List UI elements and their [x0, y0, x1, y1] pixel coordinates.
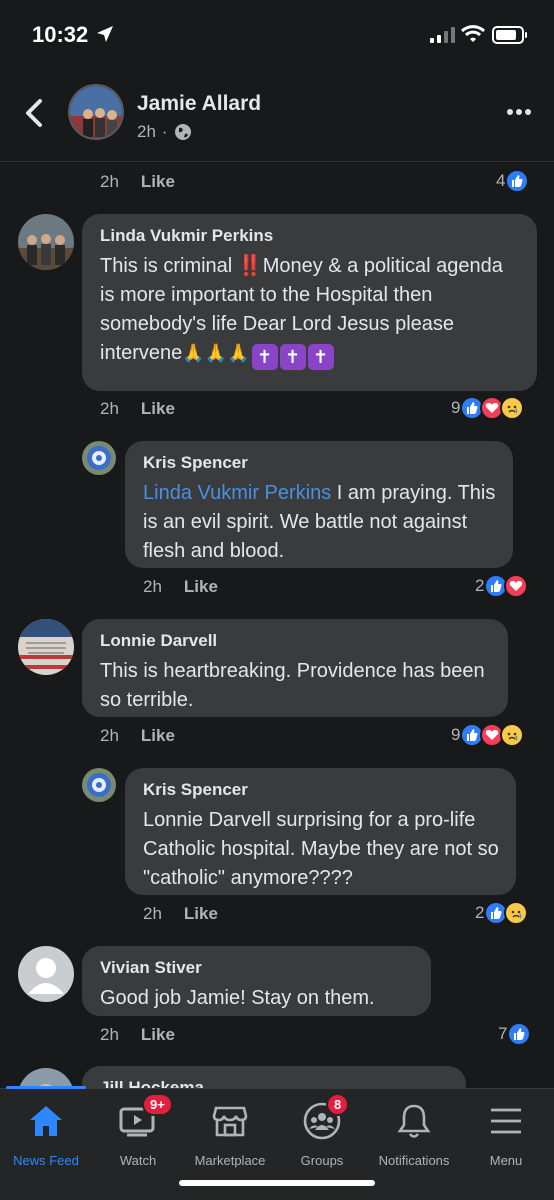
reaction-summary[interactable]: 4 [496, 169, 530, 193]
cellular-signal-icon [430, 27, 455, 43]
author-name[interactable]: Jamie Allard [137, 92, 261, 116]
comment-meta: 2h Like [100, 172, 175, 192]
comment-text-part: This is criminal [100, 255, 238, 277]
comment-text: Good job Jamie! Stay on them. [100, 987, 375, 1009]
reaction-count: 2 [475, 576, 485, 595]
menu-icon [491, 1108, 521, 1134]
commenter-avatar[interactable] [18, 214, 74, 270]
comment-time: 2h [100, 172, 119, 191]
sad-face-icon [504, 901, 529, 925]
comment-time: 2h [143, 904, 162, 923]
like-button[interactable]: Like [141, 726, 175, 745]
tab-label: News Feed [13, 1153, 79, 1168]
home-icon [30, 1106, 62, 1136]
store-icon [212, 1106, 248, 1137]
tab-marketplace[interactable]: Marketplace [184, 1101, 276, 1168]
reaction-summary[interactable]: 7 [498, 1022, 532, 1046]
globe-icon [174, 124, 191, 140]
comment-author[interactable]: Kris Spencer [143, 780, 500, 800]
comment-meta: 2h Like [143, 577, 218, 597]
comment-text: This is heartbreaking. Providence has be… [100, 660, 485, 711]
back-arrow-icon[interactable] [22, 98, 48, 128]
commenter-avatar[interactable] [82, 768, 116, 802]
comment-author[interactable]: Vivian Stiver [100, 958, 415, 978]
comment-author[interactable]: Kris Spencer [143, 453, 497, 473]
status-bar: 10:32 [0, 0, 554, 70]
thumbs-up-icon [505, 169, 530, 193]
comment-time: 2h [100, 726, 119, 745]
location-arrow-icon [97, 26, 113, 42]
commenter-avatar[interactable] [18, 619, 74, 675]
tab-watch[interactable]: 9+ Watch [92, 1093, 184, 1168]
comment-bubble: Lonnie Darvell This is heartbreaking. Pr… [82, 619, 508, 717]
sad-face-icon [500, 723, 525, 747]
comment-meta: 2h Like [100, 726, 175, 746]
like-button[interactable]: Like [141, 172, 175, 191]
reaction-summary[interactable]: 9 [451, 396, 525, 420]
thumbs-up-icon [507, 1022, 532, 1046]
comment-text: This is criminal ‼️Money & a political a… [100, 252, 521, 370]
tab-label: Groups [300, 1153, 344, 1168]
bell-icon [397, 1104, 431, 1138]
like-button[interactable]: Like [184, 904, 218, 923]
tab-news-feed[interactable]: News Feed [0, 1101, 92, 1168]
sad-face-icon [500, 396, 525, 420]
reaction-count: 9 [451, 398, 461, 417]
comment-text: Lonnie Darvell surprising for a pro-life… [143, 809, 499, 889]
home-indicator[interactable] [179, 1180, 375, 1186]
more-options-icon[interactable] [506, 108, 532, 116]
reaction-summary[interactable]: 2 [475, 574, 529, 598]
tab-label: Watch [119, 1153, 157, 1168]
double-exclamation-emoji: ‼️ [237, 255, 263, 277]
commenter-avatar[interactable] [82, 441, 116, 475]
like-button[interactable]: Like [184, 577, 218, 596]
tab-notifications[interactable]: Notifications [368, 1101, 460, 1168]
comment-author[interactable]: Lonnie Darvell [100, 631, 492, 651]
post-meta: 2h · [137, 122, 192, 142]
notification-badge: 9+ [142, 1093, 173, 1116]
tab-label: Menu [489, 1153, 523, 1168]
comment-time: 2h [100, 1025, 119, 1044]
comment-meta: 2h Like [143, 904, 218, 924]
praying-hands-emoji: 🙏🙏🙏 [182, 343, 250, 363]
reaction-summary[interactable]: 2 [475, 901, 529, 925]
tab-menu[interactable]: Menu [460, 1101, 552, 1168]
battery-icon [492, 26, 527, 44]
tab-label: Notifications [378, 1153, 450, 1168]
mention-link[interactable]: Linda Vukmir Perkins [143, 482, 331, 504]
reaction-summary[interactable]: 9 [451, 723, 525, 747]
active-tab-indicator [6, 1086, 86, 1089]
reaction-count: 7 [498, 1024, 508, 1043]
comment-bubble: Kris Spencer Lonnie Darvell surprising f… [125, 768, 516, 895]
reaction-count: 4 [496, 171, 506, 190]
wifi-icon [460, 25, 486, 42]
comment-time: 2h [100, 399, 119, 418]
comment-bubble: Kris Spencer Linda Vukmir Perkins I am p… [125, 441, 513, 568]
post-header: Jamie Allard 2h · [0, 70, 554, 162]
like-button[interactable]: Like [141, 1025, 175, 1044]
author-avatar[interactable] [68, 84, 124, 140]
comment-bubble: Linda Vukmir Perkins This is criminal ‼️… [82, 214, 537, 391]
like-button[interactable]: Like [141, 399, 175, 418]
heart-icon [504, 574, 529, 598]
cross-emoji: ✝ [279, 344, 306, 370]
comment-meta: 2h Like [100, 399, 175, 419]
comment-meta: 2h Like [100, 1025, 175, 1045]
comment-bubble: Vivian Stiver Good job Jamie! Stay on th… [82, 946, 431, 1016]
tab-label: Marketplace [194, 1153, 266, 1168]
comment-time: 2h [143, 577, 162, 596]
comment-text: Linda Vukmir Perkins I am praying. This … [143, 479, 497, 566]
meta-separator: · [161, 122, 168, 141]
cross-emoji: ✝ [307, 344, 334, 370]
notification-badge: 8 [326, 1093, 350, 1116]
comment-author[interactable]: Linda Vukmir Perkins [100, 226, 521, 246]
post-time: 2h [137, 122, 156, 141]
commenter-avatar[interactable] [18, 946, 74, 1002]
reaction-count: 2 [475, 903, 485, 922]
tab-groups[interactable]: 8 Groups [276, 1093, 368, 1168]
cross-emoji: ✝ [251, 344, 278, 370]
reaction-count: 9 [451, 725, 461, 744]
status-time: 10:32 [32, 22, 89, 47]
